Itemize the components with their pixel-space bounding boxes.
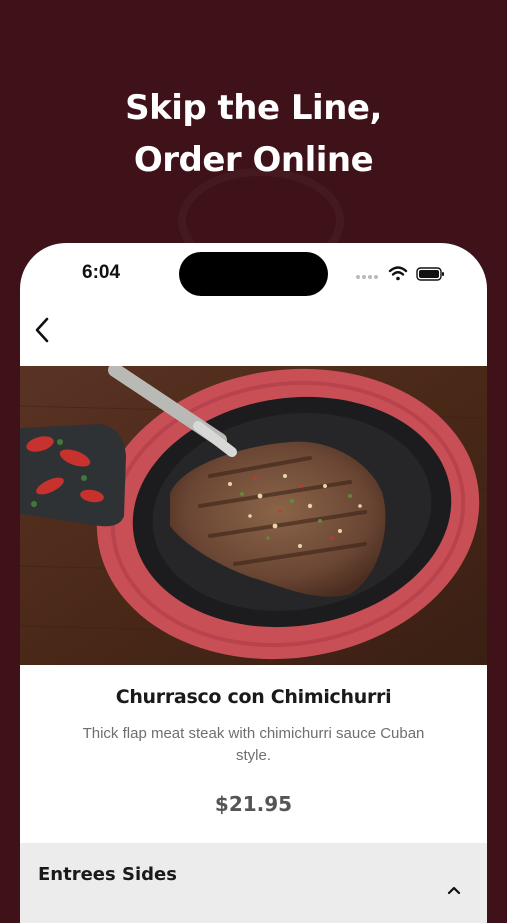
back-button[interactable] [25,313,59,347]
phone-screen: 6:04 Churrasco con Chimichurri Thick fla… [20,243,487,923]
status-icons [356,266,444,281]
status-time: 6:04 [82,262,121,283]
item-name: Churrasco con Chimichurri [115,686,392,708]
section-title: Entrees Sides [38,864,177,885]
battery-icon [416,267,444,281]
item-price: $21.95 [214,792,293,816]
item-details: Churrasco con Chimichurri Thick flap mea… [20,665,487,843]
item-description: Thick flap meat steak with chimichurri s… [82,725,425,764]
chevron-up-icon [447,886,461,895]
chevron-left-icon [35,317,49,343]
section-entrees-sides[interactable]: Entrees Sides [20,843,487,923]
status-bar: 6:04 [20,243,487,303]
item-image [20,366,487,665]
dynamic-island [179,252,328,296]
promo-headline-line1: Skip the Line, [125,88,382,128]
cellular-signal-icon [356,275,378,279]
wifi-icon [388,266,408,281]
